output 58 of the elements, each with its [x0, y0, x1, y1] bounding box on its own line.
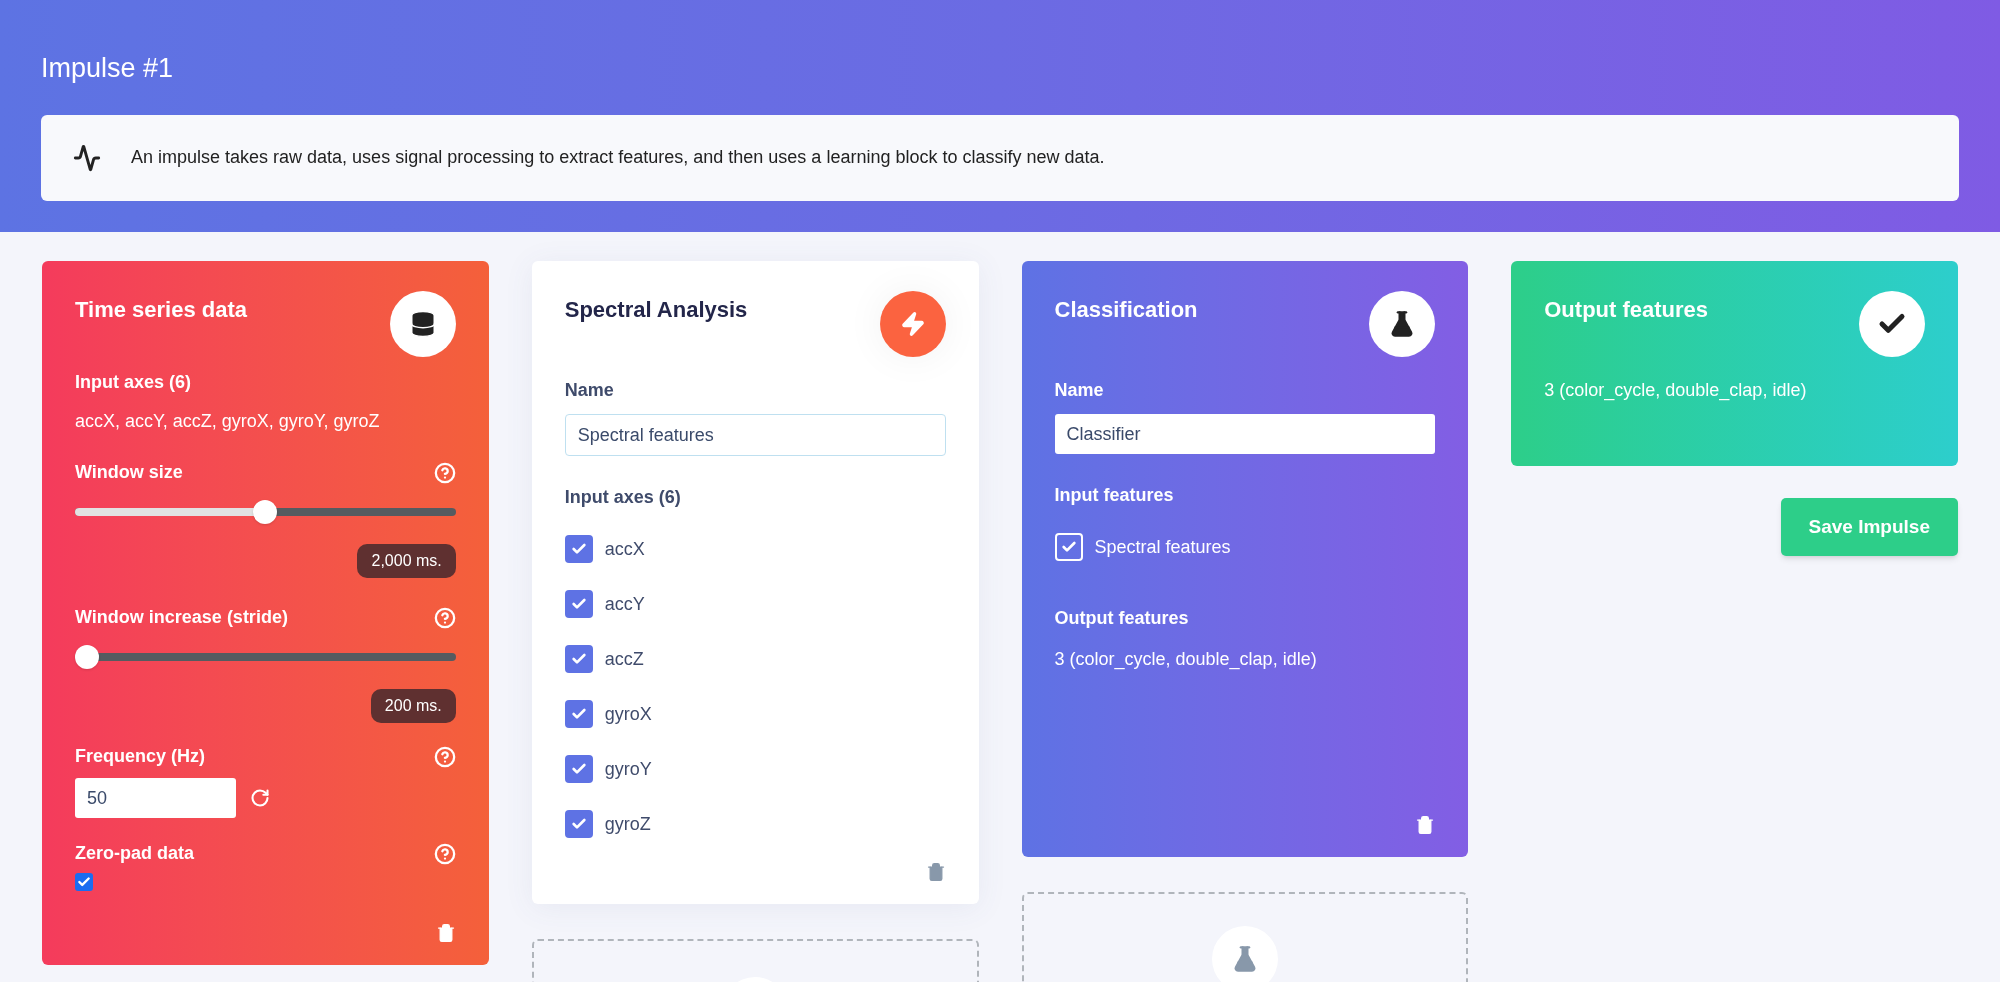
- card-title: Time series data: [75, 296, 248, 324]
- page-title: Impulse #1: [41, 52, 175, 85]
- help-icon[interactable]: [433, 606, 456, 629]
- checkbox-label: gyroX: [604, 702, 652, 726]
- checkbox-label: gyroZ: [604, 812, 651, 836]
- field-label: Input features: [1054, 484, 1175, 507]
- slider-value-badge: 2,000 ms.: [357, 544, 456, 578]
- field-label: Input axes (6): [75, 371, 193, 394]
- check-icon: [77, 875, 91, 889]
- axes-text: accX, accY, accZ, gyroX, gyroY, gyroZ: [75, 410, 381, 433]
- slider[interactable]: [75, 500, 456, 524]
- card-title: Output features: [1544, 296, 1709, 324]
- check-icon: [570, 761, 587, 777]
- check-icon: [570, 651, 587, 667]
- field-label: Name: [1054, 379, 1105, 402]
- field-label: Input axes (6): [564, 486, 682, 509]
- checkbox[interactable]: [564, 700, 593, 728]
- frequency-input[interactable]: 50: [75, 778, 236, 818]
- slider[interactable]: [75, 645, 456, 669]
- output-text: 3 (color_cycle, double_clap, idle): [1054, 648, 1318, 672]
- checkbox-label: Spectral features: [1094, 535, 1231, 559]
- checkbox[interactable]: [564, 810, 593, 838]
- field-label: Frequency (Hz): [75, 745, 206, 768]
- checkbox[interactable]: [75, 873, 93, 891]
- checkbox[interactable]: [564, 645, 593, 673]
- checkbox-label: accX: [604, 537, 645, 561]
- field-label: Name: [564, 379, 615, 402]
- delete-icon[interactable]: [1415, 815, 1436, 835]
- checkbox-label: gyroY: [604, 757, 652, 781]
- checkbox-label: accZ: [604, 647, 644, 671]
- name-input[interactable]: Classifier: [1054, 414, 1436, 454]
- info-text: An impulse takes raw data, uses signal processing to extract features, and then uses a learning block to classify new data.: [131, 146, 1105, 169]
- checkbox[interactable]: [1054, 533, 1083, 561]
- slider-value-badge: 200 ms.: [370, 689, 456, 723]
- pulse-icon: [73, 143, 101, 172]
- output-text: 3 (color_cycle, double_clap, idle): [1544, 379, 1808, 403]
- reset-icon[interactable]: [250, 788, 270, 808]
- card-title: Spectral Analysis: [564, 296, 748, 324]
- field-label: Output features: [1054, 607, 1190, 630]
- slider-label: Window increase (stride): [75, 606, 288, 629]
- help-icon[interactable]: [433, 842, 456, 865]
- check-icon: [570, 541, 587, 557]
- help-icon[interactable]: [433, 461, 456, 484]
- field-label: Zero-pad data: [75, 842, 194, 865]
- name-input[interactable]: Spectral features: [564, 414, 946, 456]
- slider-label: Window size: [75, 461, 183, 484]
- delete-icon[interactable]: [435, 923, 456, 943]
- card-title: Classification: [1054, 296, 1198, 324]
- checkbox[interactable]: [564, 535, 593, 563]
- checkbox-label: accY: [604, 592, 645, 616]
- checkbox[interactable]: [564, 755, 593, 783]
- help-icon[interactable]: [433, 745, 456, 768]
- delete-icon[interactable]: [925, 862, 946, 882]
- checkbox[interactable]: [564, 590, 593, 618]
- check-icon: [570, 816, 587, 832]
- check-icon: [570, 706, 587, 722]
- check-icon: [1060, 539, 1077, 555]
- check-icon: [570, 596, 587, 612]
